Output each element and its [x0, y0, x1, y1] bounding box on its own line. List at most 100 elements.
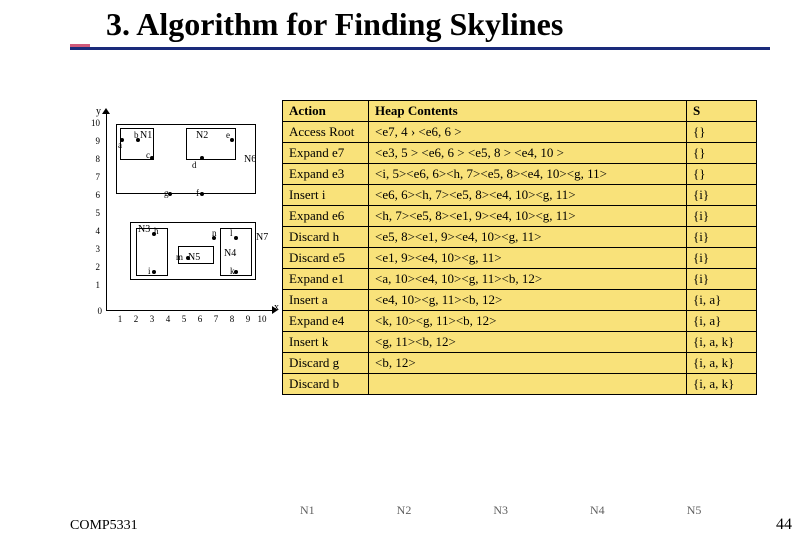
- cell-s: {}: [687, 143, 757, 164]
- cell-heap: <e1, 9><e4, 10><g, 11>: [369, 248, 687, 269]
- table-row: Expand e1<a, 10><e4, 10><g, 11><b, 12>{i…: [283, 269, 757, 290]
- tick-x: 9: [242, 314, 254, 324]
- footer-node: N1: [300, 503, 315, 518]
- tick-y: 8: [88, 154, 100, 164]
- header-action: Action: [283, 101, 369, 122]
- label-n2: N2: [196, 130, 208, 141]
- algorithm-table: Action Heap Contents S Access Root<e7, 4…: [282, 100, 757, 395]
- footer-page-number: 44: [776, 516, 792, 534]
- tick-y: 9: [88, 136, 100, 146]
- tick-y: 6: [88, 190, 100, 200]
- table-row: Insert a<e4, 10><g, 11><b, 12>{i, a}: [283, 290, 757, 311]
- cell-action: Insert k: [283, 332, 369, 353]
- label-i: i: [148, 266, 151, 276]
- label-g: g: [164, 188, 169, 198]
- cell-s: {i, a, k}: [687, 374, 757, 395]
- cell-action: Insert i: [283, 185, 369, 206]
- label-n: n: [212, 228, 217, 238]
- footer-node: N2: [397, 503, 412, 518]
- tick-x: 8: [226, 314, 238, 324]
- cell-action: Expand e3: [283, 164, 369, 185]
- cell-heap: <b, 12>: [369, 353, 687, 374]
- table-row: Access Root<e7, 4 › <e6, 6 >{}: [283, 122, 757, 143]
- tick-x: 6: [194, 314, 206, 324]
- label-m: m: [176, 252, 183, 262]
- label-c: c: [146, 150, 150, 160]
- cell-action: Expand e7: [283, 143, 369, 164]
- origin-label: 0: [90, 306, 102, 316]
- table-row: Expand e3<i, 5><e6, 6><h, 7><e5, 8><e4, …: [283, 164, 757, 185]
- label-h: h: [154, 226, 159, 236]
- cell-s: {i, a}: [687, 311, 757, 332]
- cell-action: Discard h: [283, 227, 369, 248]
- cell-s: {i, a, k}: [687, 332, 757, 353]
- table-row: Insert k<g, 11><b, 12>{i, a, k}: [283, 332, 757, 353]
- header-s: S: [687, 101, 757, 122]
- cell-action: Discard g: [283, 353, 369, 374]
- tick-y: 2: [88, 262, 100, 272]
- cell-heap: <e4, 10><g, 11><b, 12>: [369, 290, 687, 311]
- cell-heap: <e3, 5 > <e6, 6 > <e5, 8 > <e4, 10 >: [369, 143, 687, 164]
- cell-heap: <i, 5><e6, 6><h, 7><e5, 8><e4, 10><g, 11…: [369, 164, 687, 185]
- cell-action: Expand e6: [283, 206, 369, 227]
- tick-y: 7: [88, 172, 100, 182]
- tick-x: 7: [210, 314, 222, 324]
- title-accent: [70, 44, 90, 47]
- label-l: l: [230, 228, 233, 238]
- point-f: [200, 192, 204, 196]
- y-axis-label: y: [96, 106, 101, 117]
- cell-s: {i, a, k}: [687, 353, 757, 374]
- point-c: [150, 156, 154, 160]
- tick-x: 10: [256, 314, 268, 324]
- y-axis: [106, 110, 107, 310]
- table-row: Discard g<b, 12>{i, a, k}: [283, 353, 757, 374]
- tick-x: 4: [162, 314, 174, 324]
- cell-heap: <e7, 4 › <e6, 6 >: [369, 122, 687, 143]
- table-row: Expand e4<k, 10><g, 11><b, 12>{i, a}: [283, 311, 757, 332]
- footer-course: COMP5331: [70, 518, 138, 534]
- point-e: [230, 138, 234, 142]
- x-axis: [106, 310, 274, 311]
- cell-heap: <k, 10><g, 11><b, 12>: [369, 311, 687, 332]
- tick-x: 2: [130, 314, 142, 324]
- table-row: Discard e5<e1, 9><e4, 10><g, 11>{i}: [283, 248, 757, 269]
- tick-y: 1: [88, 280, 100, 290]
- cell-heap: <h, 7><e5, 8><e1, 9><e4, 10><g, 11>: [369, 206, 687, 227]
- label-e: e: [226, 130, 230, 140]
- tick-x: 1: [114, 314, 126, 324]
- label-f: f: [196, 188, 199, 198]
- table-row: Expand e6<h, 7><e5, 8><e1, 9><e4, 10><g,…: [283, 206, 757, 227]
- cell-heap: <a, 10><e4, 10><g, 11><b, 12>: [369, 269, 687, 290]
- label-d: d: [192, 160, 197, 170]
- cell-s: {i}: [687, 227, 757, 248]
- cell-s: {i}: [687, 185, 757, 206]
- point-l: [234, 236, 238, 240]
- cell-action: Access Root: [283, 122, 369, 143]
- tick-y: 10: [88, 118, 100, 128]
- cell-heap: <e6, 6><h, 7><e5, 8><e4, 10><g, 11>: [369, 185, 687, 206]
- footer-node: N4: [590, 503, 605, 518]
- label-k: k: [230, 266, 235, 276]
- label-n5: N5: [188, 252, 200, 263]
- table-row: Insert i<e6, 6><h, 7><e5, 8><e4, 10><g, …: [283, 185, 757, 206]
- point-i: [152, 270, 156, 274]
- page-title: 3. Algorithm for Finding Skylines: [0, 0, 810, 47]
- table-row: Discard b{i, a, k}: [283, 374, 757, 395]
- cell-action: Insert a: [283, 290, 369, 311]
- cell-action: Expand e4: [283, 311, 369, 332]
- footer-node: N5: [687, 503, 702, 518]
- cell-s: {i}: [687, 248, 757, 269]
- skyline-diagram: y x 0 10 9 8 7 6 5 4 3 2 1 1 2 3 4 5 6 7…: [96, 110, 276, 325]
- tick-x: 5: [178, 314, 190, 324]
- cell-s: {}: [687, 122, 757, 143]
- label-n4: N4: [224, 248, 236, 259]
- tick-x: 3: [146, 314, 158, 324]
- tick-y: 4: [88, 226, 100, 236]
- label-b: b: [134, 130, 139, 140]
- label-n3: N3: [138, 224, 150, 235]
- cell-action: Expand e1: [283, 269, 369, 290]
- tick-y: 5: [88, 208, 100, 218]
- label-n6: N6: [244, 154, 256, 165]
- cell-heap: [369, 374, 687, 395]
- cell-heap: <e5, 8><e1, 9><e4, 10><g, 11>: [369, 227, 687, 248]
